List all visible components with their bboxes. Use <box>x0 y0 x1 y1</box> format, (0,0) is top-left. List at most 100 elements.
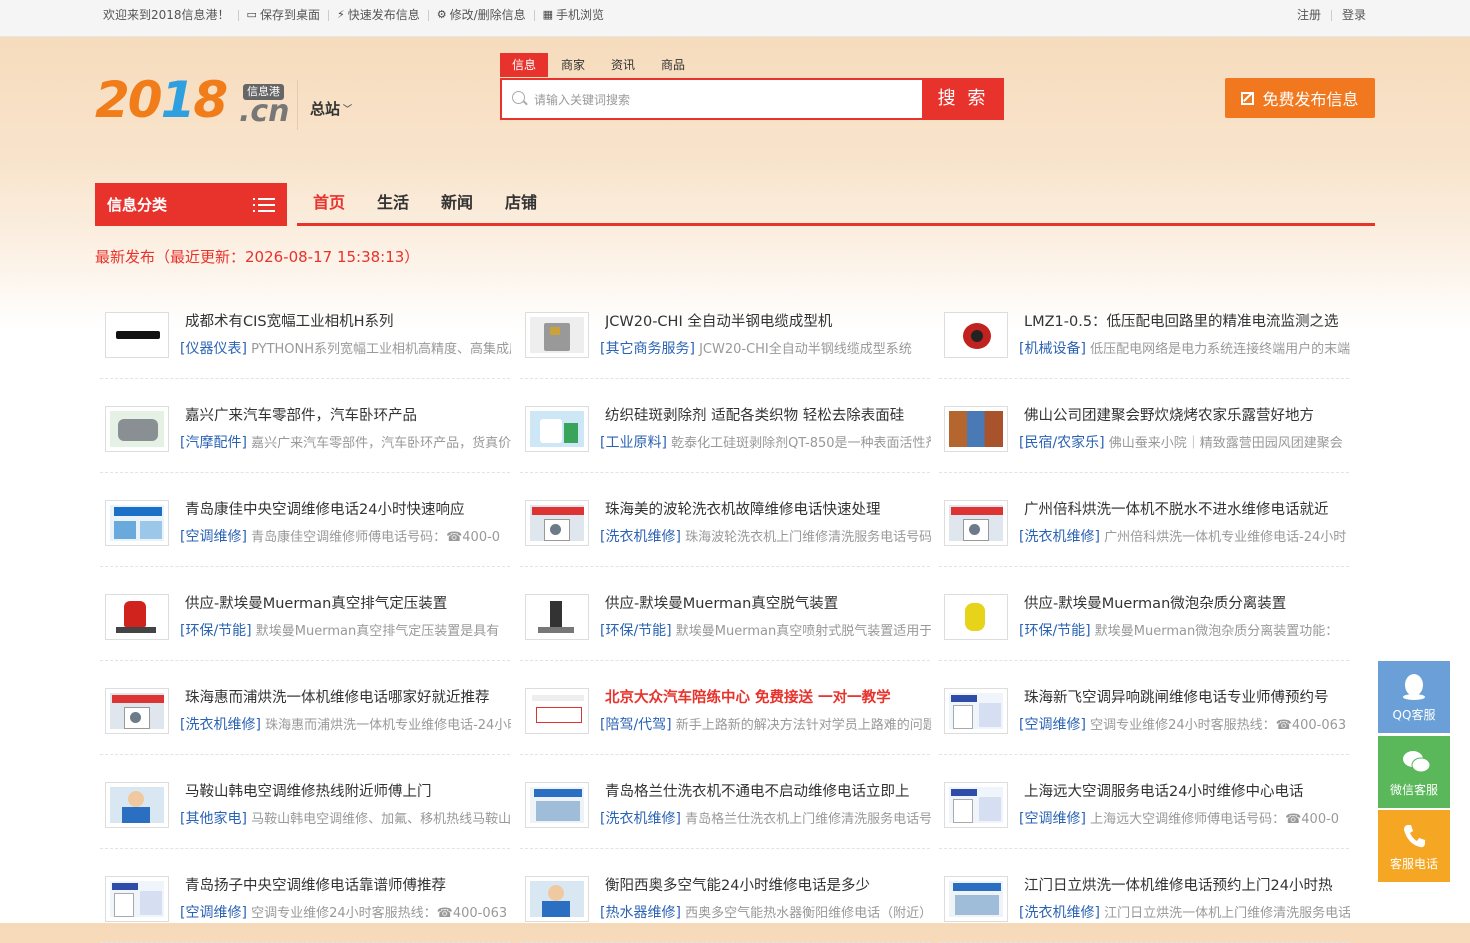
listing-category[interactable]: [陪驾/代驾] <box>600 717 672 733</box>
listing-category[interactable]: [工业原料] <box>600 435 667 451</box>
nav-home[interactable]: 首页 <box>313 183 345 223</box>
listing-title[interactable]: 嘉兴广来汽车零部件，汽车卧环产品 <box>185 404 510 425</box>
listing-item[interactable]: 马鞍山韩电空调维修热线附近师傅上门 [其他家电] 马鞍山韩电空调维修、加氟、移机热… <box>100 770 511 849</box>
listing-category[interactable]: [洗衣机维修] <box>600 529 681 545</box>
listing-item[interactable]: JCW20-CHI 全自动半钢电缆成型机 [其它商务服务] JCW20-CHI全自… <box>520 300 930 379</box>
listing-thumbnail[interactable] <box>105 406 169 452</box>
listing-item[interactable]: 珠海美的波轮洗衣机故障维修电话快速处理 [洗衣机维修] 珠海波轮洗衣机上门维修清洗… <box>520 488 931 567</box>
site-logo[interactable]: 2018 信息港 .cn <box>95 72 290 129</box>
listing-title[interactable]: 珠海新飞空调异响跳闸维修电话专业师傅预约号 <box>1024 686 1349 707</box>
listing-title[interactable]: 供应-默埃曼Muerman真空脱气装置 <box>605 592 930 613</box>
publish-button[interactable]: 免费发布信息 <box>1225 78 1375 118</box>
listing-thumbnail[interactable] <box>944 688 1008 734</box>
listing-category[interactable]: [洗衣机维修] <box>600 811 681 827</box>
listing-title[interactable]: 珠海惠而浦烘洗一体机维修电话哪家好就近推荐 <box>185 686 510 707</box>
listing-item[interactable]: 珠海惠而浦烘洗一体机维修电话哪家好就近推荐 [洗衣机维修] 珠海惠而浦烘洗一体机专… <box>100 676 511 755</box>
listing-thumbnail[interactable] <box>105 594 169 640</box>
nav-news[interactable]: 新闻 <box>441 183 473 223</box>
save-to-desktop-link[interactable]: ▭ 保存到桌面 <box>247 0 320 30</box>
listing-thumbnail[interactable] <box>525 594 589 640</box>
listing-title[interactable]: 佛山公司团建聚会野炊烧烤农家乐露营好地方 <box>1024 404 1349 425</box>
listing-title[interactable]: JCW20-CHI 全自动半钢电缆成型机 <box>605 310 930 331</box>
listing-title[interactable]: 上海远大空调服务电话24小时维修中心电话 <box>1024 780 1349 801</box>
listing-thumbnail[interactable] <box>105 876 169 922</box>
listing-title[interactable]: 衡阳西奥多空气能24小时维修电话是多少 <box>605 874 930 895</box>
listing-item[interactable]: 广州倍科烘洗一体机不脱水不进水维修电话就近 [洗衣机维修] 广州倍科烘洗一体机专业… <box>939 488 1349 567</box>
search-tab-merchant[interactable]: 商家 <box>548 53 598 77</box>
listing-thumbnail[interactable] <box>105 500 169 546</box>
listing-item[interactable]: 纺织硅斑剥除剂 适配各类织物 轻松去除表面硅 [工业原料] 乾泰化工硅斑剥除剂QT… <box>520 394 931 473</box>
listing-thumbnail[interactable] <box>944 500 1008 546</box>
search-tab-info[interactable]: 信息 <box>500 53 548 77</box>
listing-title[interactable]: 成都术有CIS宽幅工业相机H系列 <box>185 310 510 331</box>
listing-title[interactable]: 马鞍山韩电空调维修热线附近师傅上门 <box>185 780 510 801</box>
listing-item[interactable]: 江门日立烘洗一体机维修电话预约上门24小时热 [洗衣机维修] 江门日立烘洗一体机上… <box>939 864 1350 943</box>
listing-item[interactable]: 北京大众汽车陪练中心 免费接送 一对一教学 [陪驾/代驾] 新手上路新的解决方法针… <box>520 676 931 755</box>
listing-title[interactable]: 珠海美的波轮洗衣机故障维修电话快速处理 <box>605 498 930 519</box>
mobile-browse-link[interactable]: ▦ 手机浏览 <box>543 0 604 30</box>
listing-item[interactable]: 青岛格兰仕洗衣机不通电不启动维修电话立即上 [洗衣机维修] 青岛格兰仕洗衣机上门维… <box>520 770 931 849</box>
listing-category[interactable]: [洗衣机维修] <box>1019 529 1100 545</box>
listing-item[interactable]: 成都术有CIS宽幅工业相机H系列 [仪器仪表] PYTHONH系列宽幅工业相机高精… <box>100 300 511 379</box>
listing-title[interactable]: 广州倍科烘洗一体机不脱水不进水维修电话就近 <box>1024 498 1349 519</box>
listing-thumbnail[interactable] <box>525 688 589 734</box>
listing-category[interactable]: [洗衣机维修] <box>180 717 261 733</box>
listing-title[interactable]: 江门日立烘洗一体机维修电话预约上门24小时热 <box>1024 874 1349 895</box>
search-button[interactable]: 搜 索 <box>922 78 1004 120</box>
wechat-service-button[interactable]: 微信客服 <box>1378 736 1450 808</box>
search-tab-news[interactable]: 资讯 <box>598 53 648 77</box>
listing-thumbnail[interactable] <box>105 688 169 734</box>
listing-item[interactable]: 嘉兴广来汽车零部件，汽车卧环产品 [汽摩配件] 嘉兴广来汽车零部件，汽车卧环产品，… <box>100 394 511 473</box>
listing-item[interactable]: 供应-默埃曼Muerman真空排气定压装置 [环保/节能] 默埃曼Muerman真… <box>100 582 510 661</box>
listing-category[interactable]: [热水器维修] <box>600 905 681 921</box>
listing-thumbnail[interactable] <box>944 782 1008 828</box>
listing-category[interactable]: [民宿/农家乐] <box>1019 435 1105 451</box>
quick-publish-link[interactable]: ⚡ 快速发布信息 <box>337 0 420 30</box>
listing-item[interactable]: LMZ1-0.5：低压配电回路里的精准电流监测之选 [机械设备] 低压配电网络是电… <box>939 300 1350 379</box>
listing-category[interactable]: [环保/节能] <box>600 623 672 639</box>
listing-title[interactable]: 青岛格兰仕洗衣机不通电不启动维修电话立即上 <box>605 780 930 801</box>
listing-thumbnail[interactable] <box>944 312 1008 358</box>
listing-category[interactable]: [仪器仪表] <box>180 341 247 357</box>
listing-thumbnail[interactable] <box>525 876 589 922</box>
listing-category[interactable]: [其它商务服务] <box>600 341 695 357</box>
listing-title[interactable]: 供应-默埃曼Muerman真空排气定压装置 <box>185 592 510 613</box>
listing-category[interactable]: [洗衣机维修] <box>1019 905 1100 921</box>
city-switcher[interactable]: 总站 ﹀ <box>310 98 352 119</box>
listing-category[interactable]: [空调维修] <box>1019 811 1086 827</box>
listing-thumbnail[interactable] <box>105 312 169 358</box>
listing-item[interactable]: 供应-默埃曼Muerman真空脱气装置 [环保/节能] 默埃曼Muerman真空喷… <box>520 582 931 661</box>
nav-shops[interactable]: 店铺 <box>505 183 537 223</box>
edit-delete-link[interactable]: ⚙ 修改/删除信息 <box>437 0 526 30</box>
listing-category[interactable]: [空调维修] <box>180 905 247 921</box>
listing-title[interactable]: 青岛康佳中央空调维修电话24小时快速响应 <box>185 498 510 519</box>
listing-category[interactable]: [汽摩配件] <box>180 435 247 451</box>
listing-title[interactable]: LMZ1-0.5：低压配电回路里的精准电流监测之选 <box>1024 310 1349 331</box>
listing-category[interactable]: [机械设备] <box>1019 341 1086 357</box>
listing-item[interactable]: 上海远大空调服务电话24小时维修中心电话 [空调维修] 上海远大空调维修师傅电话号… <box>939 770 1349 849</box>
listing-title[interactable]: 青岛扬子中央空调维修电话靠谱师傅推荐 <box>185 874 510 895</box>
search-input[interactable] <box>532 86 916 114</box>
listing-item[interactable]: 青岛康佳中央空调维修电话24小时快速响应 [空调维修] 青岛康佳空调维修师傅电话号… <box>100 488 510 567</box>
listing-thumbnail[interactable] <box>944 406 1008 452</box>
listing-thumbnail[interactable] <box>944 876 1008 922</box>
listing-item[interactable]: 佛山公司团建聚会野炊烧烤农家乐露营好地方 [民宿/农家乐] 佛山蚕来小院｜精致露营… <box>939 394 1349 473</box>
login-link[interactable]: 登录 <box>1342 0 1366 30</box>
listing-item[interactable]: 供应-默埃曼Muerman微泡杂质分离装置 [环保/节能] 默埃曼Muerman微… <box>939 582 1349 661</box>
phone-service-button[interactable]: 客服电话 <box>1378 810 1450 882</box>
listing-title[interactable]: 供应-默埃曼Muerman微泡杂质分离装置 <box>1024 592 1349 613</box>
listing-thumbnail[interactable] <box>944 594 1008 640</box>
register-link[interactable]: 注册 <box>1297 0 1321 30</box>
category-menu-button[interactable]: 信息分类 <box>95 183 287 226</box>
listing-category[interactable]: [环保/节能] <box>180 623 252 639</box>
listing-thumbnail[interactable] <box>525 406 589 452</box>
nav-life[interactable]: 生活 <box>377 183 409 223</box>
listing-thumbnail[interactable] <box>525 782 589 828</box>
listing-category[interactable]: [空调维修] <box>180 529 247 545</box>
listing-thumbnail[interactable] <box>105 782 169 828</box>
qq-service-button[interactable]: QQ客服 <box>1378 661 1450 733</box>
listing-category[interactable]: [环保/节能] <box>1019 623 1091 639</box>
listing-category[interactable]: [空调维修] <box>1019 717 1086 733</box>
search-tab-goods[interactable]: 商品 <box>648 53 698 77</box>
listing-title[interactable]: 北京大众汽车陪练中心 免费接送 一对一教学 <box>605 686 930 707</box>
